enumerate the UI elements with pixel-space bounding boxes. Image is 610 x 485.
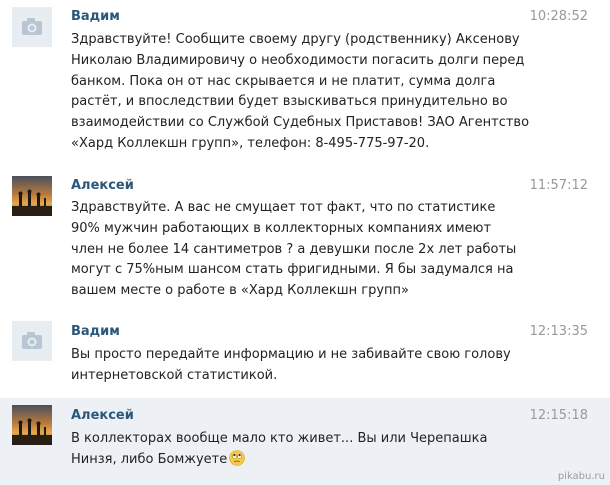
message-line: Нинзя, либо Бомжуете: [71, 451, 228, 467]
message-item: Алексей 12:15:18 В коллекторах вообще ма…: [0, 398, 610, 485]
sunset-photo-avatar[interactable]: [12, 176, 52, 216]
message-author[interactable]: Алексей: [71, 178, 134, 193]
message-line: 90% мужчин работающих в коллекторных ком…: [71, 220, 492, 236]
message-text: В коллекторах вообще мало кто живет... В…: [71, 429, 541, 471]
camera-placeholder-icon[interactable]: [12, 321, 52, 361]
message-text: Здравствуйте! Сообщите своему другу (род…: [71, 30, 541, 155]
pikabu-watermark: pikabu.ru: [557, 471, 605, 482]
message-line: «Хард Коллекшн групп», телефон: 8-495-77…: [71, 135, 430, 151]
message-author[interactable]: Алексей: [71, 408, 134, 423]
message-item: Вадим 10:28:52 Здравствуйте! Сообщите св…: [0, 0, 610, 170]
message-time[interactable]: 12:13:35: [530, 324, 588, 339]
message-text: Вы просто передайте информацию и не заби…: [71, 345, 541, 387]
rolling-eyes-emoji-icon: [229, 449, 246, 466]
message-line: интернетовской статистикой.: [71, 367, 278, 383]
message-line: вашем месте о работе в «Хард Коллекшн гр…: [71, 283, 409, 299]
message-author[interactable]: Вадим: [71, 324, 120, 339]
message-line: Николаю Владимировичу о необходимости по…: [71, 52, 525, 68]
message-time[interactable]: 11:57:12: [530, 178, 588, 193]
message-line: Здравствуйте! Сообщите своему другу (род…: [71, 32, 520, 47]
message-line: банком. Пока он от нас скрывается и не п…: [71, 73, 496, 89]
message-line-with-emoji: Нинзя, либо Бомжуете: [71, 449, 541, 471]
message-line: член не более 14 сантиметров ? а девушки…: [71, 241, 517, 257]
message-line: В коллекторах вообще мало кто живет... В…: [71, 431, 488, 446]
sunset-photo-avatar[interactable]: [12, 405, 52, 445]
message-line: Вы просто передайте информацию и не заби…: [71, 347, 511, 362]
message-line: могут с 75%ным шансом стать фригидными. …: [71, 262, 514, 278]
message-line: взаимодействии со Службой Судебных Прист…: [71, 115, 530, 131]
message-time[interactable]: 12:15:18: [530, 408, 588, 423]
message-text: Здравствуйте. А вас не смущает тот факт,…: [71, 198, 541, 302]
message-line: Здравствуйте. А вас не смущает тот факт,…: [71, 200, 496, 215]
message-item: Алексей 11:57:12 Здравствуйте. А вас не …: [0, 170, 610, 312]
message-time[interactable]: 10:28:52: [530, 9, 588, 24]
message-item: Вадим 12:13:35 Вы просто передайте инфор…: [0, 312, 610, 398]
camera-placeholder-icon[interactable]: [12, 7, 52, 47]
message-author[interactable]: Вадим: [71, 9, 120, 24]
message-line: растёт, и впоследствии будет взыскиватьс…: [71, 94, 508, 110]
